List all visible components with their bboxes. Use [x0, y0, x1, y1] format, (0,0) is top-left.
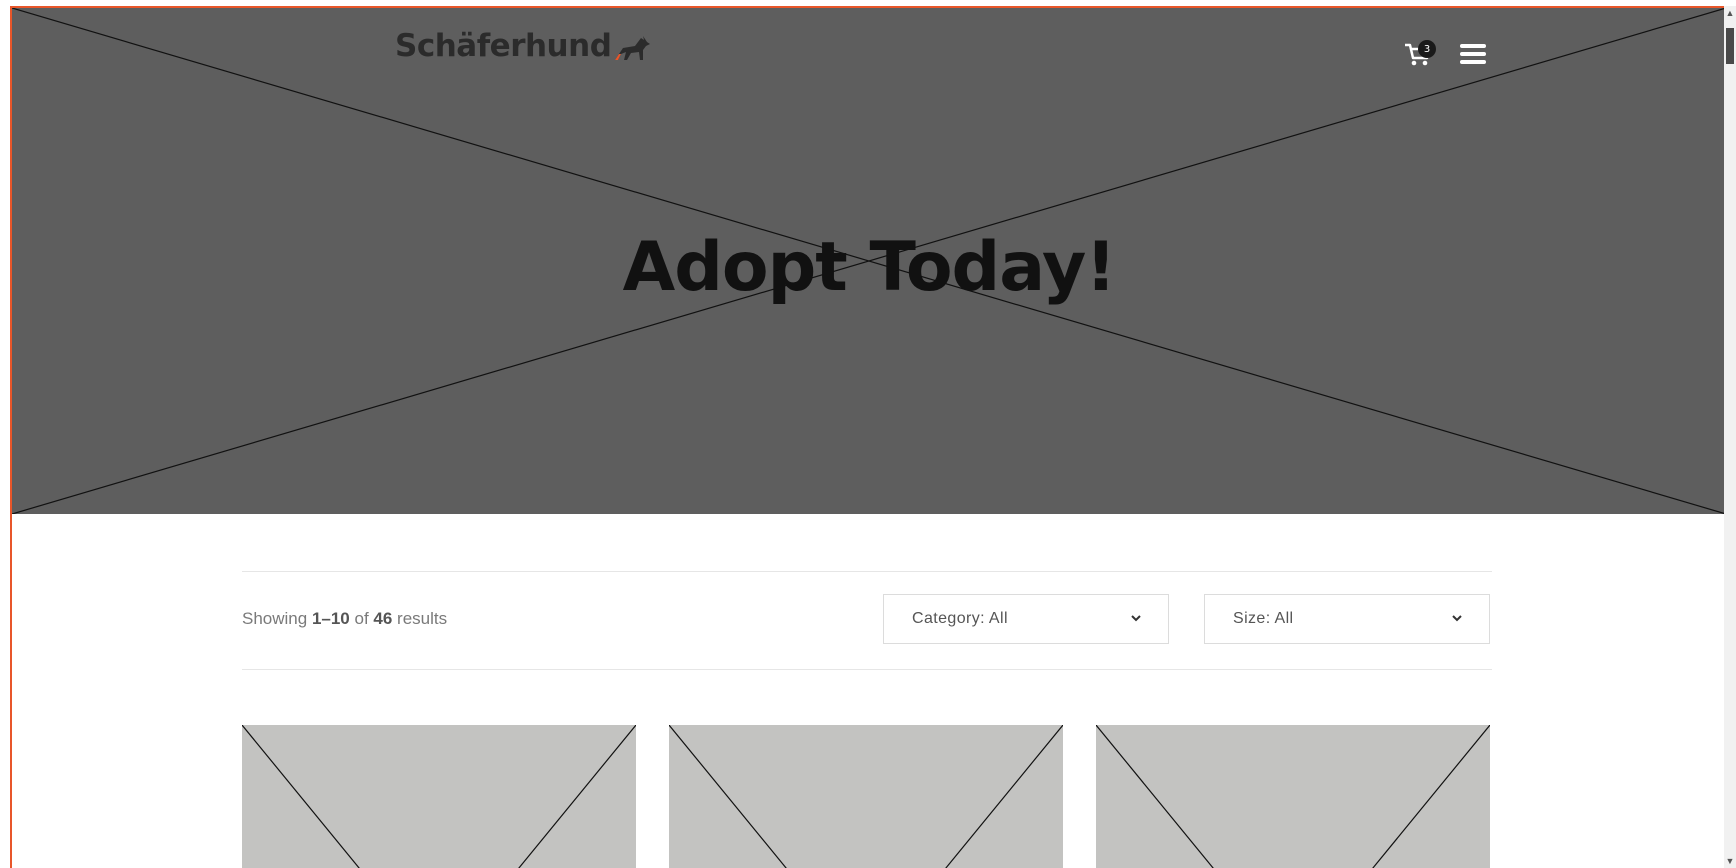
toolbar-divider-top: [242, 571, 1492, 572]
chevron-down-icon: [1452, 615, 1462, 622]
image-placeholder: [242, 725, 636, 868]
category-filter-label: Category: All: [912, 610, 1008, 627]
size-filter-label: Size: All: [1233, 610, 1294, 627]
cart-count-badge: 3: [1418, 40, 1436, 58]
product-card-image[interactable]: [1096, 725, 1490, 868]
size-filter-select[interactable]: Size: All: [1204, 594, 1490, 644]
scroll-down-arrow-icon[interactable]: ▼: [1724, 854, 1736, 868]
product-card-image[interactable]: [242, 725, 636, 868]
results-count: Showing 1–10 of 46 results: [242, 609, 448, 628]
logo-text: Schäferhund: [395, 28, 612, 64]
scroll-up-arrow-icon[interactable]: ▲: [1724, 6, 1736, 20]
category-filter-select[interactable]: Category: All: [883, 594, 1169, 644]
image-placeholder: [669, 725, 1063, 868]
vertical-scrollbar[interactable]: ▲ ▼: [1724, 6, 1736, 868]
dog-logo-icon: [615, 36, 651, 60]
hero-title: Adopt Today!: [622, 228, 1117, 307]
page-frame: Schäferhund 3 Adopt Today! Showing 1–10 …: [10, 6, 1724, 868]
chevron-down-icon: [1131, 615, 1141, 622]
product-card-image[interactable]: [669, 725, 1063, 868]
scrollbar-thumb[interactable]: [1726, 28, 1734, 64]
hero-banner: Schäferhund 3 Adopt Today!: [12, 8, 1724, 514]
hamburger-menu-icon[interactable]: [1460, 44, 1490, 68]
toolbar-divider-bottom: [242, 669, 1492, 670]
image-placeholder: [1096, 725, 1490, 868]
site-logo[interactable]: Schäferhund: [395, 28, 651, 64]
